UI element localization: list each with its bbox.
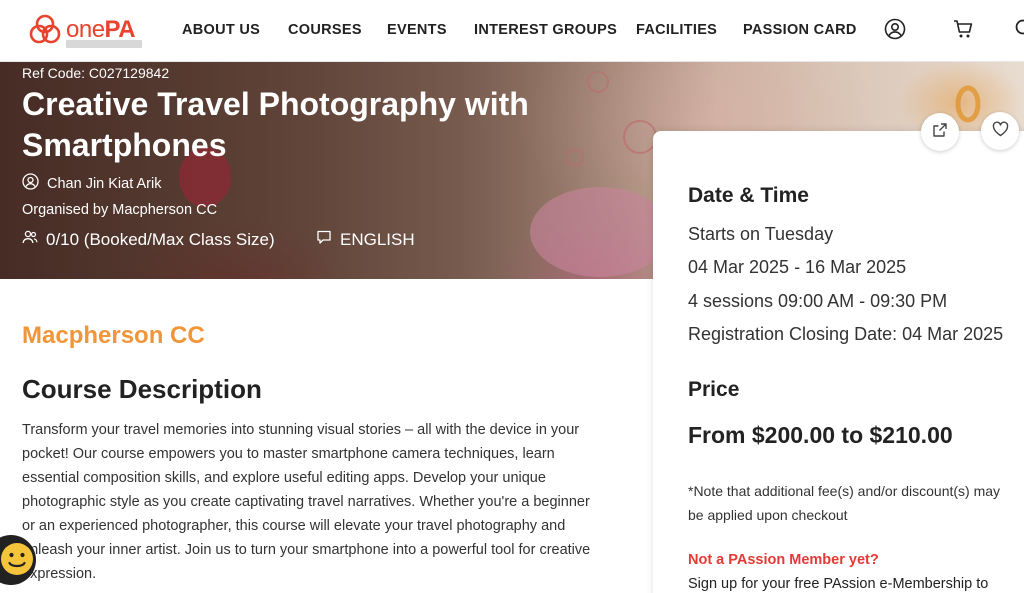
class-size-row: 0/10 (Booked/Max Class Size) [22, 229, 275, 250]
nav-interest-groups[interactable]: INTEREST GROUPS [474, 22, 617, 38]
closing-date-text: Registration Closing Date: 04 Mar 2025 [688, 324, 1004, 344]
smiley-icon [0, 539, 34, 584]
people-icon [22, 229, 46, 250]
nav-facilities[interactable]: FACILITIES [636, 22, 717, 38]
heart-icon [992, 121, 1009, 142]
person-icon [22, 173, 47, 194]
instructor-row: Chan Jin Kiat Arik [22, 173, 161, 194]
price-value: From $200.00 to $210.00 [688, 422, 953, 448]
language-row: ENGLISH [316, 229, 415, 250]
search-icon[interactable] [1014, 18, 1024, 40]
date-range-text: 04 Mar 2025 - 16 Mar 2025 [688, 257, 907, 277]
starts-on-text: Starts on Tuesday [688, 224, 834, 244]
signup-text: Sign up for your free PAssion e-Membersh… [688, 576, 989, 592]
instructor-name: Chan Jin Kiat Arik [47, 175, 162, 192]
course-description-body: Transform your travel memories into stun… [22, 422, 591, 582]
fee-note: *Note that additional fee(s) and/or disc… [688, 483, 1001, 523]
logo-mark-icon [28, 13, 62, 47]
share-button[interactable] [921, 113, 959, 151]
sessions-text: 4 sessions 09:00 AM - 09:30 PM [688, 291, 948, 311]
share-icon [932, 122, 948, 143]
nav-passion-card[interactable]: PASSION CARD [743, 22, 857, 38]
nav-courses[interactable]: COURSES [288, 22, 362, 38]
ref-code: Ref Code: C027129842 [22, 65, 170, 81]
course-description-heading: Course Description [22, 374, 262, 404]
organiser-text: Organised by Macpherson CC [22, 202, 218, 218]
site-header: onePA ABOUT US COURSES EVENTS INTEREST G… [0, 0, 1024, 62]
course-title: Creative Travel Photography with Smartph… [22, 86, 529, 163]
class-size-text: 0/10 (Booked/Max Class Size) [46, 229, 275, 249]
booking-card: Date & Time Starts on Tuesday 04 Mar 202… [653, 131, 1024, 593]
date-time-heading: Date & Time [688, 184, 809, 207]
not-member-heading: Not a PAssion Member yet? [688, 552, 879, 568]
organiser-name[interactable]: Macpherson CC [22, 322, 205, 350]
organiser-row: Organised by Macpherson CC [22, 202, 217, 218]
favourite-button[interactable] [981, 112, 1019, 150]
onepa-logo[interactable]: onePA [28, 8, 146, 52]
user-account-icon[interactable] [884, 18, 906, 40]
nav-events[interactable]: EVENTS [387, 22, 447, 38]
cart-icon[interactable] [952, 18, 974, 40]
logo-tagline-bar [66, 40, 142, 48]
language-text: ENGLISH [340, 229, 415, 249]
price-heading: Price [688, 378, 740, 401]
feedback-button[interactable] [0, 535, 36, 585]
speech-bubble-icon [316, 229, 340, 250]
nav-about-us[interactable]: ABOUT US [182, 22, 260, 38]
